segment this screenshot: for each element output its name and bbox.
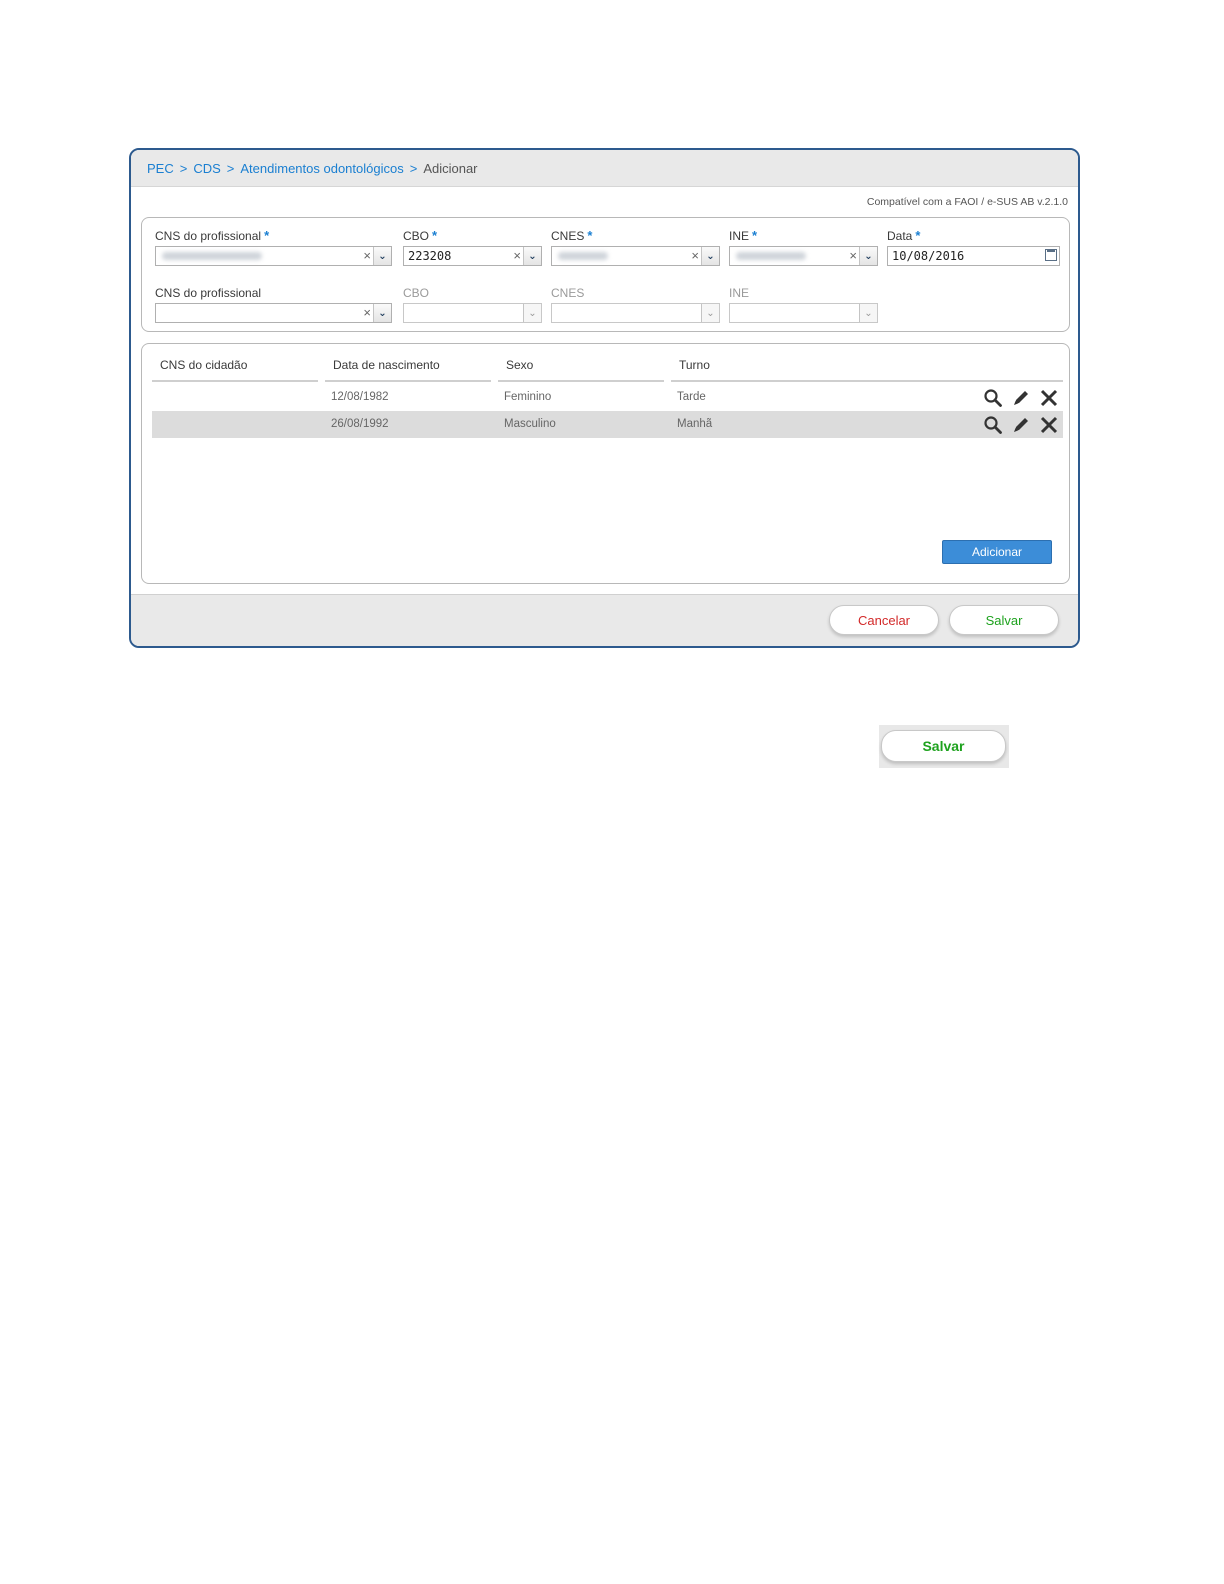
cns-label: CNS do profissional *	[155, 228, 392, 244]
cns-combo-2[interactable]: × ⌄	[155, 303, 392, 323]
add-button[interactable]: Adicionar	[942, 540, 1052, 564]
required-asterisk: *	[587, 228, 593, 243]
header-cns-cidadao: CNS do cidadão	[152, 358, 318, 382]
clear-icon[interactable]: ×	[513, 248, 521, 264]
chevron-down-icon[interactable]: ⌄	[859, 247, 877, 265]
edit-icon[interactable]	[1011, 415, 1031, 435]
ine-label-text: INE	[729, 229, 750, 243]
cell-turno: Tarde	[677, 391, 706, 403]
redacted-value	[162, 252, 262, 260]
cell-nascimento: 12/08/1982	[331, 391, 389, 403]
data-label-text: Data	[887, 229, 913, 243]
cnes-label-text: CNES	[551, 229, 585, 243]
ine-label: INE *	[729, 228, 878, 244]
cnes-combo-1[interactable]: × ⌄	[551, 246, 720, 266]
breadcrumb-atendimentos[interactable]: Atendimentos odontológicos	[240, 161, 403, 176]
table-row[interactable]: 12/08/1982 Feminino Tarde	[152, 384, 1063, 411]
cbo-value: 223208	[408, 249, 452, 263]
save-button-zoomed[interactable]: Salvar	[881, 730, 1006, 762]
cbo-label-2: CBO	[403, 286, 430, 300]
calendar-icon[interactable]	[1045, 249, 1057, 261]
delete-icon[interactable]	[1039, 415, 1059, 435]
cancel-button[interactable]: Cancelar	[829, 605, 939, 635]
header-data-nascimento: Data de nascimento	[325, 358, 491, 382]
breadcrumb: PEC > CDS > Atendimentos odontológicos >…	[131, 150, 1078, 187]
breadcrumb-cds[interactable]: CDS	[193, 161, 220, 176]
save-button-callout: Salvar	[879, 725, 1009, 768]
cnes-label: CNES *	[551, 228, 720, 244]
cnes-field-1: CNES * × ⌄	[551, 228, 720, 266]
ine-combo-1[interactable]: × ⌄	[729, 246, 878, 266]
cbo-field-1: CBO * 223208 × ⌄	[403, 228, 542, 266]
breadcrumb-separator: >	[179, 160, 188, 176]
ine-field-1: INE * × ⌄	[729, 228, 878, 266]
date-input[interactable]: 10/08/2016	[887, 246, 1060, 266]
table-row[interactable]: 26/08/1992 Masculino Manhã	[152, 411, 1063, 438]
redacted-value	[736, 252, 806, 260]
cell-nascimento: 26/08/1992	[331, 418, 389, 430]
redacted-value	[558, 252, 608, 260]
search-icon[interactable]	[983, 388, 1003, 408]
breadcrumb-current: Adicionar	[423, 160, 478, 176]
chevron-down-icon[interactable]: ⌄	[373, 247, 391, 265]
save-button[interactable]: Salvar	[949, 605, 1059, 635]
clear-icon[interactable]: ×	[691, 248, 699, 264]
cbo-field-2: CBO ⌄	[403, 285, 542, 323]
attendance-table: CNS do cidadão Data de nascimento Sexo T…	[141, 343, 1070, 584]
clear-icon[interactable]: ×	[363, 305, 371, 321]
cns-label-2: CNS do profissional	[155, 286, 262, 300]
delete-icon[interactable]	[1039, 388, 1059, 408]
cnes-field-2: CNES ⌄	[551, 285, 720, 323]
ine-field-2: INE ⌄	[729, 285, 878, 323]
ine-combo-2: ⌄	[729, 303, 878, 323]
required-asterisk: *	[752, 228, 758, 243]
cell-sexo: Feminino	[504, 391, 552, 403]
cns-field-1: CNS do profissional * × ⌄	[155, 228, 392, 266]
data-field: Data * 10/08/2016	[887, 228, 1060, 266]
cbo-combo-1[interactable]: 223208 × ⌄	[403, 246, 542, 266]
cell-sexo: Masculino	[504, 418, 556, 430]
cns-field-2: CNS do profissional × ⌄	[155, 285, 392, 323]
compatibility-note: Compatível com a FAOI / e-SUS AB v.2.1.0	[866, 196, 1068, 208]
required-asterisk: *	[915, 228, 921, 243]
cbo-combo-2: ⌄	[403, 303, 542, 323]
breadcrumb-pec[interactable]: PEC	[147, 161, 174, 176]
cns-combo-1[interactable]: × ⌄	[155, 246, 392, 266]
edit-icon[interactable]	[1011, 388, 1031, 408]
breadcrumb-separator: >	[409, 160, 418, 176]
clear-icon[interactable]: ×	[849, 248, 857, 264]
cns-label-text: CNS do profissional	[155, 229, 262, 243]
header-turno: Turno	[671, 358, 1063, 382]
chevron-down-icon[interactable]: ⌄	[373, 304, 391, 322]
footer-bar: Cancelar Salvar	[131, 594, 1078, 646]
search-icon[interactable]	[983, 415, 1003, 435]
cell-turno: Manhã	[677, 418, 713, 430]
cbo-label-text: CBO	[403, 229, 430, 243]
professional-fieldset: CNS do profissional * × ⌄ CBO * 223208 × ⌄…	[141, 217, 1070, 332]
cnes-combo-2: ⌄	[551, 303, 720, 323]
breadcrumb-separator: >	[226, 160, 235, 176]
date-value: 10/08/2016	[892, 249, 965, 263]
header-sexo: Sexo	[498, 358, 664, 382]
data-label: Data *	[887, 228, 1060, 244]
chevron-down-icon: ⌄	[701, 304, 719, 322]
ine-label-2: INE	[729, 286, 750, 300]
cbo-label: CBO *	[403, 228, 542, 244]
chevron-down-icon[interactable]: ⌄	[701, 247, 719, 265]
cnes-label-2: CNES	[551, 286, 585, 300]
required-asterisk: *	[432, 228, 438, 243]
chevron-down-icon: ⌄	[859, 304, 877, 322]
clear-icon[interactable]: ×	[363, 248, 371, 264]
chevron-down-icon[interactable]: ⌄	[523, 247, 541, 265]
chevron-down-icon: ⌄	[523, 304, 541, 322]
form-window: PEC > CDS > Atendimentos odontológicos >…	[129, 148, 1080, 648]
required-asterisk: *	[264, 228, 270, 243]
